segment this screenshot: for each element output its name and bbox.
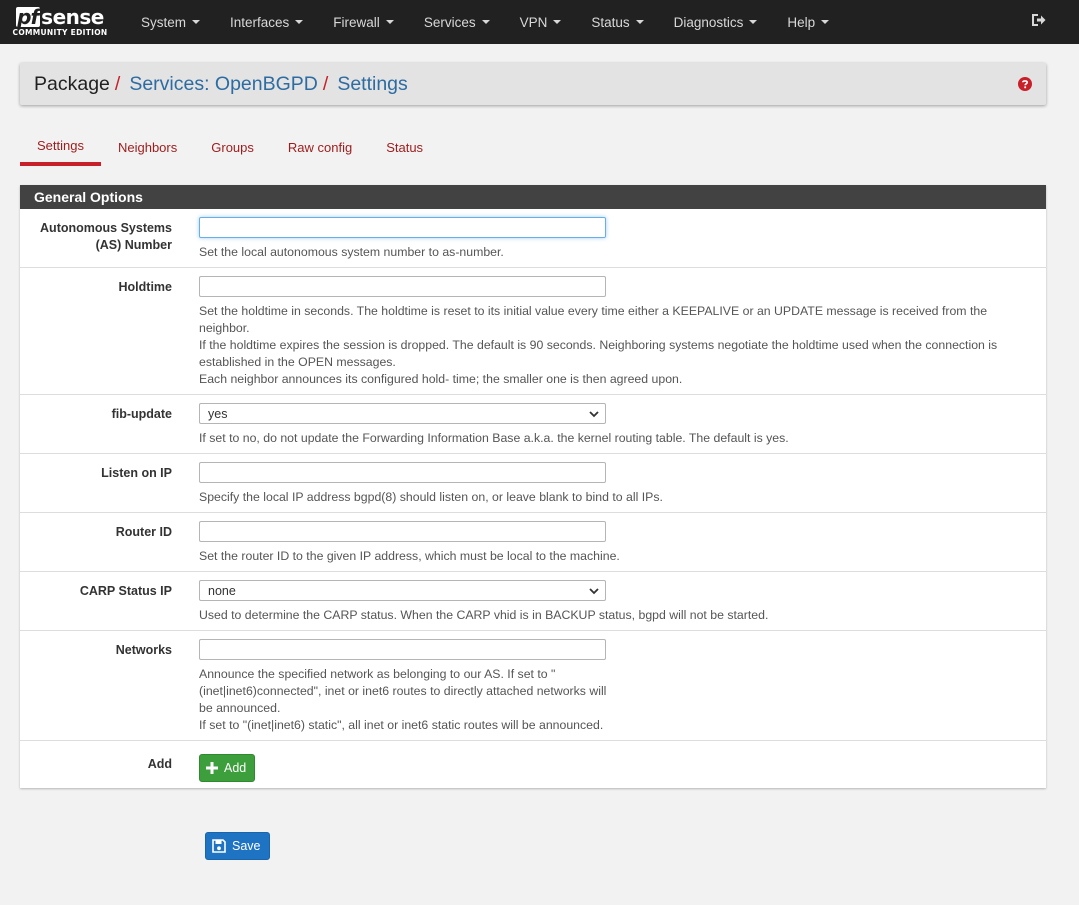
carp-status-ip-select[interactable]: none (199, 580, 606, 601)
router-id-input[interactable] (199, 521, 606, 542)
label-networks: Networks (115, 643, 172, 657)
holdtime-input[interactable] (199, 276, 606, 297)
label-router-id: Router ID (115, 525, 172, 539)
plus-icon (206, 762, 218, 774)
label-fib-update: fib-update (111, 407, 172, 421)
logo-edition: COMMUNITY EDITION (12, 28, 108, 37)
fib-update-selected: yes (208, 406, 228, 421)
main-menu: System Interfaces Firewall Services VPN … (126, 0, 844, 44)
top-navbar: pf sense COMMUNITY EDITION System Interf… (0, 0, 1079, 44)
help-fib-update: If set to no, do not update the Forwardi… (199, 431, 789, 445)
caret-down-icon (192, 20, 201, 24)
question-circle-icon[interactable] (1018, 77, 1032, 91)
row-listen-ip: Listen on IP Specify the local IP addres… (20, 454, 1046, 513)
menu-status[interactable]: Status (576, 0, 658, 44)
row-carp-status-ip: CARP Status IP none Used to determine th… (20, 572, 1046, 631)
networks-input[interactable] (199, 639, 606, 660)
sign-out-icon[interactable] (1030, 12, 1046, 28)
menu-diagnostics[interactable]: Diagnostics (659, 0, 773, 44)
help-holdtime: Set the holdtime in seconds. The holdtim… (199, 304, 998, 386)
caret-down-icon (635, 20, 644, 24)
caret-down-icon (295, 20, 304, 24)
help-as-number: Set the local autonomous system number t… (199, 245, 504, 259)
breadcrumb-services-openbgpd[interactable]: Services: OpenBGPD (129, 73, 318, 96)
add-button[interactable]: Add (199, 754, 256, 782)
listen-ip-input[interactable] (199, 462, 606, 483)
breadcrumb-separator: / (114, 72, 121, 95)
row-holdtime: Holdtime Set the holdtime in seconds. Th… (20, 268, 1046, 395)
label-add: Add (147, 757, 172, 771)
caret-down-icon (385, 20, 394, 24)
tab-neighbors[interactable]: Neighbors (101, 128, 194, 166)
menu-firewall[interactable]: Firewall (318, 0, 409, 44)
logo-pf: pf (16, 5, 41, 29)
menu-system[interactable]: System (126, 0, 215, 44)
menu-interfaces[interactable]: Interfaces (215, 0, 318, 44)
save-button[interactable]: Save (205, 832, 270, 860)
chevron-down-icon (589, 588, 599, 595)
floppy-disk-icon (212, 839, 226, 853)
caret-down-icon (553, 20, 562, 24)
help-router-id: Set the router ID to the given IP addres… (199, 549, 620, 563)
help-networks: Announce the specified network as belong… (199, 667, 607, 732)
general-options-panel: General Options Autonomous Systems (AS) … (20, 185, 1046, 788)
fib-update-select[interactable]: yes (199, 403, 606, 424)
tab-raw-config[interactable]: Raw config (271, 128, 369, 166)
caret-down-icon (481, 20, 490, 24)
tab-bar: Settings Neighbors Groups Raw config Sta… (20, 128, 440, 166)
logo-sense: sense (41, 5, 104, 29)
breadcrumb-settings[interactable]: Settings (337, 73, 407, 96)
menu-vpn[interactable]: VPN (505, 0, 577, 44)
caret-down-icon (821, 20, 830, 24)
label-listen-ip: Listen on IP (101, 466, 172, 480)
tab-status[interactable]: Status (369, 128, 440, 166)
row-add: Add Add (20, 741, 1046, 788)
menu-help[interactable]: Help (772, 0, 844, 44)
caret-down-icon (749, 20, 758, 24)
pfsense-logo[interactable]: pf sense COMMUNITY EDITION (4, 0, 116, 44)
chevron-down-icon (589, 411, 599, 418)
label-as-number: Autonomous Systems (AS) Number (40, 221, 172, 252)
row-networks: Networks Announce the specified network … (20, 631, 1046, 741)
tab-groups[interactable]: Groups (194, 128, 271, 166)
row-router-id: Router ID Set the router ID to the given… (20, 513, 1046, 572)
menu-services[interactable]: Services (409, 0, 505, 44)
help-listen-ip: Specify the local IP address bgpd(8) sho… (199, 490, 663, 504)
carp-status-ip-selected: none (208, 583, 236, 598)
label-carp-status-ip: CARP Status IP (79, 584, 172, 598)
help-carp-status-ip: Used to determine the CARP status. When … (199, 608, 769, 622)
breadcrumb-separator: / (322, 72, 329, 95)
row-as-number: Autonomous Systems (AS) Number Set the l… (20, 179, 1046, 268)
breadcrumb-package: Package (34, 72, 110, 95)
label-holdtime: Holdtime (118, 280, 172, 294)
breadcrumb: Package / Services: OpenBGPD / Settings (20, 63, 1046, 105)
row-fib-update: fib-update yes If set to no, do not upda… (20, 395, 1046, 454)
as-number-input[interactable] (199, 217, 606, 238)
tab-settings[interactable]: Settings (20, 128, 101, 166)
